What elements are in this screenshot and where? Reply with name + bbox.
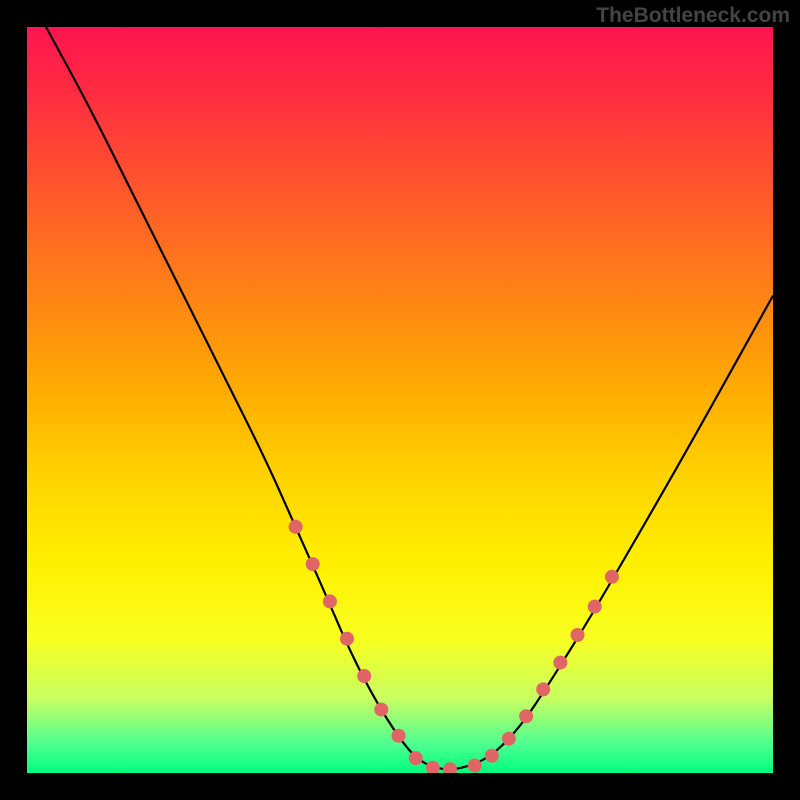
marker-dot	[392, 729, 406, 743]
marker-dot	[605, 570, 619, 584]
marker-dot	[468, 759, 482, 773]
marker-dot	[289, 520, 303, 534]
marker-dot	[588, 600, 602, 614]
marker-dot	[426, 761, 440, 773]
marker-dot	[536, 682, 550, 696]
marker-dot	[306, 557, 320, 571]
chart-svg	[27, 27, 773, 773]
marker-dot	[323, 594, 337, 608]
markers-left	[289, 520, 457, 773]
marker-dot	[485, 749, 499, 763]
marker-dot	[357, 669, 371, 683]
marker-dot	[340, 632, 354, 646]
markers-right	[468, 570, 619, 773]
marker-dot	[409, 751, 423, 765]
marker-dot	[502, 732, 516, 746]
marker-dot	[443, 762, 457, 773]
marker-dot	[571, 628, 585, 642]
watermark-text: TheBottleneck.com	[596, 4, 790, 28]
marker-dot	[519, 709, 533, 723]
curve-line	[42, 27, 773, 769]
plot-area	[27, 27, 773, 773]
marker-dot	[553, 656, 567, 670]
marker-dot	[374, 703, 388, 717]
